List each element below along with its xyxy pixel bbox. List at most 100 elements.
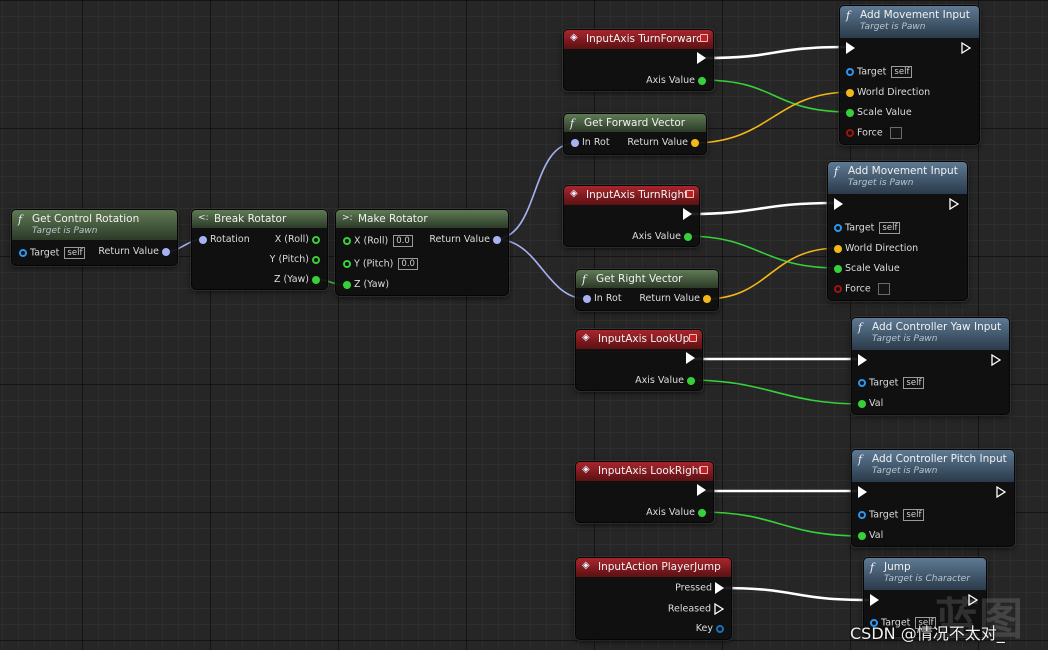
exec-pin-icon[interactable]	[834, 198, 843, 210]
vector-pin-icon[interactable]	[691, 138, 699, 147]
node-input-turn-forward[interactable]: ◈ InputAxis TurnForward Axis Value	[563, 29, 714, 91]
event-delegate-icon[interactable]	[700, 466, 708, 474]
node-input-look-up[interactable]: ◈ InputAxis LookUp Axis Value	[575, 329, 703, 391]
bool-pin-icon[interactable]	[846, 129, 854, 137]
exec-pin-icon[interactable]	[858, 486, 867, 498]
exec-pin-icon[interactable]	[697, 484, 706, 496]
force-pin-row[interactable]: Force	[843, 127, 902, 139]
float-pin-icon[interactable]	[343, 280, 351, 289]
released-pin-row[interactable]: Released	[668, 603, 727, 615]
object-pin-icon[interactable]	[19, 249, 27, 257]
exec-out-row[interactable]	[694, 484, 709, 496]
rotator-pin-icon[interactable]	[493, 235, 501, 244]
float-pin-icon[interactable]	[858, 399, 866, 408]
vector-pin-icon[interactable]	[703, 294, 711, 303]
exec-in-row[interactable]	[867, 594, 882, 606]
target-pin-row[interactable]: Target self	[855, 377, 925, 389]
node-break-rotator[interactable]: <: Break Rotator Rotation X (Roll) Y (Pi…	[191, 209, 328, 290]
x-value-field[interactable]: 0.0	[393, 235, 413, 247]
rotator-pin-icon[interactable]	[571, 138, 579, 147]
y-value-field[interactable]: 0.0	[398, 258, 418, 270]
return-pin-row[interactable]: Return Value	[639, 293, 714, 304]
in-rot-pin-row[interactable]: In Rot	[568, 137, 610, 148]
exec-pin-icon[interactable]	[697, 52, 706, 64]
exec-pin-icon[interactable]	[870, 594, 879, 606]
float-pin-icon[interactable]	[312, 235, 320, 244]
world-direction-pin-row[interactable]: World Direction	[831, 243, 918, 254]
float-pin-icon[interactable]	[312, 255, 320, 264]
float-pin-icon[interactable]	[343, 237, 351, 245]
exec-in-row[interactable]	[855, 486, 870, 498]
exec-in-row[interactable]	[855, 354, 870, 366]
axis-pin-row[interactable]: Axis Value	[646, 75, 709, 86]
node-get-right-vector[interactable]: f Get Right Vector In Rot Return Value	[575, 269, 719, 311]
force-checkbox[interactable]	[877, 283, 890, 295]
float-pin-icon[interactable]	[312, 275, 320, 284]
node-make-rotator[interactable]: >: Make Rotator X (Roll) 0.0 Y (Pitch) 0…	[335, 209, 509, 296]
node-input-action-player-jump[interactable]: ◈ InputAction PlayerJump Pressed Release…	[575, 557, 732, 640]
bool-pin-icon[interactable]	[834, 285, 842, 293]
z-pin-row[interactable]: Z (Yaw)	[340, 279, 389, 290]
float-pin-icon[interactable]	[834, 264, 842, 273]
float-pin-icon[interactable]	[846, 108, 854, 117]
exec-pin-icon[interactable]	[858, 354, 867, 366]
target-pin-row[interactable]: Target self	[855, 509, 925, 521]
node-add-controller-yaw-input[interactable]: f Add Controller Yaw Input Target is Paw…	[851, 317, 1010, 415]
target-pin-row[interactable]: Target self	[843, 66, 913, 78]
object-pin-icon[interactable]	[834, 224, 842, 232]
exec-pin-icon[interactable]	[715, 582, 724, 594]
vector-pin-icon[interactable]	[834, 244, 842, 253]
axis-pin-row[interactable]: Axis Value	[635, 375, 698, 386]
in-rot-pin-row[interactable]: In Rot	[580, 293, 622, 304]
exec-pin-icon[interactable]	[961, 42, 971, 54]
float-pin-icon[interactable]	[698, 508, 706, 517]
target-pin-row[interactable]: Target self	[831, 222, 901, 234]
pressed-pin-row[interactable]: Pressed	[675, 582, 727, 594]
exec-out-row[interactable]	[946, 198, 962, 210]
axis-pin-row[interactable]: Axis Value	[632, 231, 695, 242]
float-pin-icon[interactable]	[858, 531, 866, 540]
val-pin-row[interactable]: Val	[855, 530, 883, 541]
float-pin-icon[interactable]	[684, 232, 692, 241]
object-pin-icon[interactable]	[846, 68, 854, 76]
node-get-control-rotation[interactable]: f Get Control Rotation Target is Pawn Ta…	[11, 209, 178, 266]
rotator-pin-icon[interactable]	[199, 235, 207, 244]
rotation-pin-row[interactable]: Rotation	[196, 234, 250, 245]
node-input-look-right[interactable]: ◈ InputAxis LookRight Axis Value	[575, 461, 714, 523]
val-pin-row[interactable]: Val	[855, 398, 883, 409]
exec-pin-icon[interactable]	[714, 603, 724, 615]
event-delegate-icon[interactable]	[700, 34, 708, 42]
exec-in-row[interactable]	[831, 198, 846, 210]
object-pin-icon[interactable]	[858, 379, 866, 387]
force-pin-row[interactable]: Force	[831, 283, 890, 295]
object-pin-icon[interactable]	[858, 511, 866, 519]
key-pin-row[interactable]: Key	[696, 623, 727, 634]
exec-pin-icon[interactable]	[996, 486, 1006, 498]
exec-out-row[interactable]	[683, 352, 698, 364]
exec-out-row[interactable]	[958, 42, 974, 54]
exec-in-row[interactable]	[843, 42, 858, 54]
force-checkbox[interactable]	[889, 127, 902, 139]
exec-pin-icon[interactable]	[991, 354, 1001, 366]
exec-pin-icon[interactable]	[949, 198, 959, 210]
float-pin-icon[interactable]	[698, 76, 706, 85]
node-get-forward-vector[interactable]: f Get Forward Vector In Rot Return Value	[563, 113, 707, 155]
return-pin-row[interactable]: Return Value	[98, 246, 173, 257]
float-pin-icon[interactable]	[343, 260, 351, 268]
target-pin-row[interactable]: Target self	[16, 247, 86, 259]
return-pin-row[interactable]: Return Value	[627, 137, 702, 148]
vector-pin-icon[interactable]	[846, 88, 854, 97]
event-delegate-icon[interactable]	[686, 190, 694, 198]
node-input-turn-right[interactable]: ◈ InputAxis TurnRight Axis Value	[563, 185, 700, 247]
node-add-movement-input-right[interactable]: f Add Movement Input Target is Pawn Targ…	[827, 161, 968, 301]
exec-out-row[interactable]	[680, 208, 695, 220]
z-pin-row[interactable]: Z (Yaw)	[274, 274, 323, 285]
event-delegate-icon[interactable]	[689, 334, 697, 342]
exec-out-row[interactable]	[993, 486, 1009, 498]
rotator-pin-icon[interactable]	[583, 294, 591, 303]
exec-out-row[interactable]	[694, 52, 709, 64]
scale-pin-row[interactable]: Scale Value	[843, 107, 912, 118]
exec-out-row[interactable]	[988, 354, 1004, 366]
x-pin-row[interactable]: X (Roll)	[275, 234, 323, 245]
y-pin-row[interactable]: Y (Pitch)	[270, 254, 323, 265]
